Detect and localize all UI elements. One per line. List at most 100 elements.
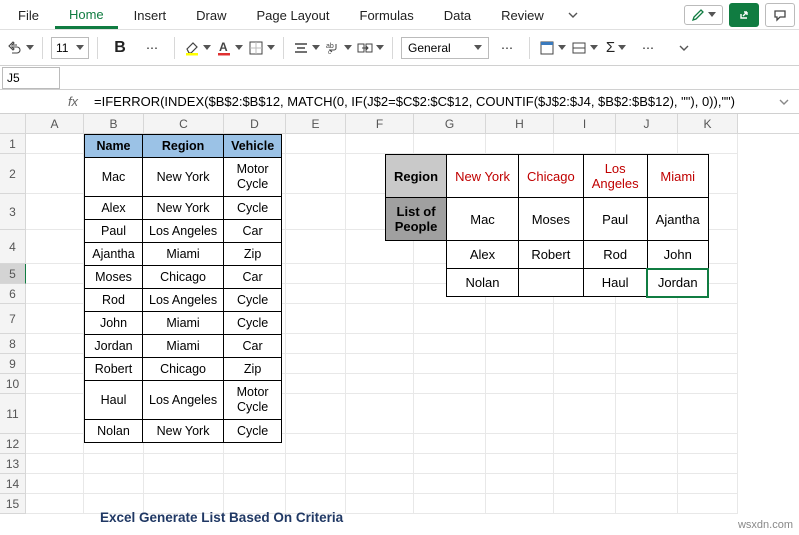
- tabs-more-icon[interactable]: [560, 4, 586, 26]
- cell[interactable]: [678, 434, 738, 454]
- cell[interactable]: [554, 304, 616, 334]
- column-header[interactable]: K: [678, 114, 738, 133]
- column-header[interactable]: D: [224, 114, 286, 133]
- cell[interactable]: [554, 494, 616, 514]
- row-header[interactable]: 13: [0, 454, 26, 474]
- row-header[interactable]: 7: [0, 304, 26, 334]
- cell[interactable]: [678, 454, 738, 474]
- cell[interactable]: [414, 304, 486, 334]
- column-header[interactable]: J: [616, 114, 678, 133]
- tab-review[interactable]: Review: [487, 2, 558, 27]
- cell[interactable]: [26, 494, 84, 514]
- table-cell[interactable]: Zip: [224, 358, 282, 381]
- cell[interactable]: [26, 434, 84, 454]
- cell[interactable]: [26, 264, 84, 284]
- fx-icon[interactable]: fx: [58, 94, 88, 109]
- ribbon-chevron-button[interactable]: [670, 35, 698, 61]
- cell[interactable]: [346, 304, 414, 334]
- cell[interactable]: [414, 354, 486, 374]
- cell[interactable]: [224, 474, 286, 494]
- region-header[interactable]: Region: [386, 155, 447, 198]
- cell[interactable]: [286, 374, 346, 394]
- table-cell[interactable]: Chicago: [143, 358, 224, 381]
- cell[interactable]: [486, 494, 554, 514]
- cell[interactable]: [616, 374, 678, 394]
- cell[interactable]: [554, 474, 616, 494]
- row-header[interactable]: 12: [0, 434, 26, 454]
- cell[interactable]: [286, 134, 346, 154]
- table-cell[interactable]: Moses: [85, 266, 143, 289]
- cell[interactable]: [346, 434, 414, 454]
- share-button[interactable]: [729, 3, 759, 27]
- cell[interactable]: [678, 494, 738, 514]
- cell[interactable]: [554, 454, 616, 474]
- tab-data[interactable]: Data: [430, 2, 485, 27]
- table-cell[interactable]: New York: [143, 197, 224, 220]
- cell[interactable]: [414, 374, 486, 394]
- column-header[interactable]: G: [414, 114, 486, 133]
- cell[interactable]: [554, 434, 616, 454]
- cell[interactable]: [414, 454, 486, 474]
- source-table[interactable]: NameRegionVehicle MacNew YorkMotorCycleA…: [84, 134, 282, 443]
- cell[interactable]: [678, 374, 738, 394]
- table-cell[interactable]: Jordan: [647, 269, 708, 297]
- cell[interactable]: [346, 134, 414, 154]
- table-cell[interactable]: Mac: [447, 198, 519, 241]
- row-header[interactable]: 3: [0, 194, 26, 230]
- cell[interactable]: [554, 374, 616, 394]
- table-cell[interactable]: John: [85, 312, 143, 335]
- cell[interactable]: [486, 454, 554, 474]
- cell[interactable]: [616, 304, 678, 334]
- bold-button[interactable]: B: [106, 35, 134, 61]
- table-cell[interactable]: Cycle: [224, 289, 282, 312]
- city-header[interactable]: Miami: [647, 155, 708, 198]
- cell[interactable]: [84, 454, 144, 474]
- cell[interactable]: [486, 394, 554, 434]
- cell[interactable]: [26, 394, 84, 434]
- tab-home[interactable]: Home: [55, 1, 118, 29]
- cell[interactable]: [678, 134, 738, 154]
- row-header[interactable]: 4: [0, 230, 26, 264]
- cell[interactable]: [224, 454, 286, 474]
- cell[interactable]: [554, 394, 616, 434]
- row-header[interactable]: 8: [0, 334, 26, 354]
- table-cell[interactable]: Miami: [143, 243, 224, 266]
- table-cell[interactable]: Los Angeles: [143, 381, 224, 420]
- cell[interactable]: [616, 334, 678, 354]
- table-cell[interactable]: Cycle: [224, 420, 282, 443]
- cell[interactable]: [616, 454, 678, 474]
- table-cell[interactable]: Nolan: [447, 269, 519, 297]
- tab-page-layout[interactable]: Page Layout: [243, 2, 344, 27]
- city-header[interactable]: LosAngeles: [583, 155, 647, 198]
- cell[interactable]: [26, 454, 84, 474]
- cell[interactable]: [678, 354, 738, 374]
- tab-formulas[interactable]: Formulas: [346, 2, 428, 27]
- cell[interactable]: [678, 334, 738, 354]
- cell[interactable]: [554, 334, 616, 354]
- number-format-select[interactable]: General: [401, 37, 489, 59]
- cell[interactable]: [346, 334, 414, 354]
- table-cell[interactable]: Paul: [583, 198, 647, 241]
- table-cell[interactable]: Los Angeles: [143, 289, 224, 312]
- font-size-select[interactable]: 11: [51, 37, 89, 59]
- cell[interactable]: [554, 134, 616, 154]
- font-color-button[interactable]: A: [215, 35, 243, 61]
- cell[interactable]: [678, 474, 738, 494]
- cell[interactable]: [414, 334, 486, 354]
- cell[interactable]: [286, 194, 346, 230]
- formula-input[interactable]: =IFERROR(INDEX($B$2:$B$12, MATCH(0, IF(J…: [88, 94, 779, 109]
- cell[interactable]: [486, 434, 554, 454]
- cell[interactable]: [346, 474, 414, 494]
- cell[interactable]: [554, 354, 616, 374]
- table-cell[interactable]: Alex: [447, 241, 519, 269]
- table-cell[interactable]: New York: [143, 158, 224, 197]
- conditional-formatting-button[interactable]: [538, 35, 566, 61]
- cell[interactable]: [286, 284, 346, 304]
- cell[interactable]: [616, 474, 678, 494]
- font-more-button[interactable]: ⋯: [138, 35, 166, 61]
- tab-insert[interactable]: Insert: [120, 2, 181, 27]
- row-header[interactable]: 10: [0, 374, 26, 394]
- row-header[interactable]: 11: [0, 394, 26, 434]
- table-cell[interactable]: Miami: [143, 312, 224, 335]
- column-header[interactable]: B: [84, 114, 144, 133]
